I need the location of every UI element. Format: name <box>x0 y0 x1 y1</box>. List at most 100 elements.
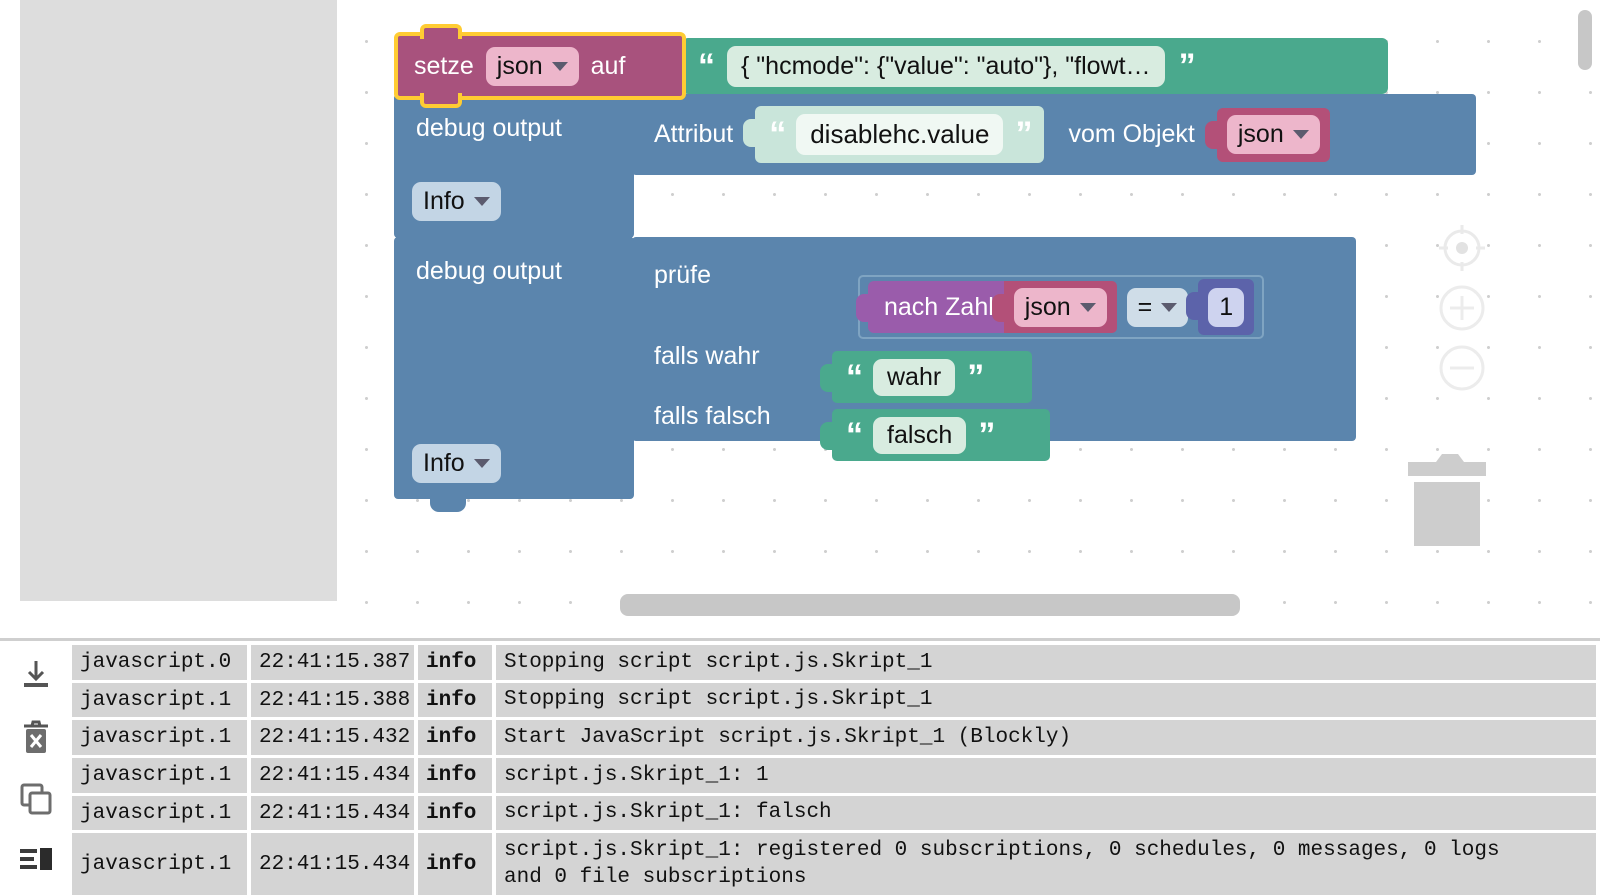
log-source: javascript.0 <box>72 645 247 680</box>
log-toolbar <box>0 641 72 895</box>
zoom-out-button[interactable] <box>1436 342 1488 394</box>
if-true-label: falls wahr <box>654 342 760 370</box>
open-quote-icon: “ <box>846 357 863 396</box>
vertical-scrollbar[interactable] <box>1578 10 1592 70</box>
open-quote-icon: “ <box>769 115 786 154</box>
json-literal-field[interactable]: { "hcmode": {"value": "auto"}, "flowt… <box>727 45 1165 87</box>
block-text-json-literal[interactable]: “ { "hcmode": {"value": "auto"}, "flowt…… <box>671 38 1388 94</box>
blockly-editor: setze json auf “ { "hcmode": {"value": "… <box>0 0 1600 636</box>
block-connector <box>430 499 466 512</box>
blockly-workspace-canvas[interactable]: setze json auf “ { "hcmode": {"value": "… <box>337 0 1600 636</box>
test-label: prüfe <box>654 261 711 289</box>
clear-log-icon[interactable] <box>16 717 56 757</box>
log-source: javascript.1 <box>72 795 247 831</box>
log-layout-icon[interactable] <box>16 841 56 881</box>
comparison-operator-value: = <box>1137 292 1153 321</box>
object-variable-dropdown[interactable]: json <box>1226 115 1320 154</box>
log-source: javascript.1 <box>72 682 247 718</box>
true-value-field[interactable]: wahr <box>873 358 956 396</box>
block-plug <box>820 364 834 392</box>
set-variable-value: json <box>496 51 543 80</box>
false-value-field[interactable]: falsch <box>873 416 967 454</box>
log-time: 22:41:15.434 <box>251 833 414 895</box>
debug-severity-dropdown[interactable]: Info <box>412 182 501 221</box>
log-level: info <box>418 720 492 756</box>
object-variable-value: json <box>1237 120 1284 148</box>
chevron-down-icon <box>1161 302 1178 312</box>
attribute-name-field[interactable]: disablehc.value <box>796 114 1004 155</box>
table-row[interactable]: javascript.1 22:41:15.434 info script.js… <box>72 758 1596 793</box>
log-time: 22:41:15.432 <box>251 720 414 756</box>
block-convert-to-number[interactable]: nach Zahl json <box>856 281 1117 333</box>
horizontal-scrollbar[interactable] <box>620 594 1240 616</box>
block-number-literal[interactable]: 1 <box>1186 279 1255 335</box>
debug-severity-dropdown[interactable]: Info <box>412 444 501 483</box>
block-text-true-value[interactable]: “ wahr ” <box>820 351 1032 403</box>
chevron-down-icon <box>551 61 568 71</box>
if-false-row: falls falsch <box>654 404 771 429</box>
zoom-in-button[interactable] <box>1436 282 1488 334</box>
block-variable-json[interactable]: json <box>991 281 1117 333</box>
block-variable-json-object[interactable]: json <box>1204 107 1330 162</box>
condition-variable-dropdown[interactable]: json <box>1013 287 1107 327</box>
if-false-label: falls falsch <box>654 402 771 430</box>
log-message: Stopping script script.js.Skript_1 <box>496 682 1596 718</box>
log-source: javascript.1 <box>72 833 247 895</box>
if-true-row: falls wahr <box>654 344 760 369</box>
open-quote-icon: “ <box>846 415 863 454</box>
download-log-icon[interactable] <box>16 655 56 695</box>
set-variable-dropdown[interactable]: json <box>485 46 579 86</box>
debug-severity-value: Info <box>423 187 465 215</box>
set-suffix-label: auf <box>590 51 626 80</box>
table-row[interactable]: javascript.1 22:41:15.388 info Stopping … <box>72 682 1596 718</box>
open-quote-icon: “ <box>698 46 715 85</box>
attribute-label: Attribut <box>654 120 734 148</box>
log-message: script.js.Skript_1: registered 0 subscri… <box>496 833 1596 895</box>
table-row[interactable]: javascript.1 22:41:15.434 info script.js… <box>72 795 1596 831</box>
block-plug <box>743 119 758 147</box>
chevron-down-icon <box>1079 302 1096 312</box>
log-time: 22:41:15.434 <box>251 758 414 793</box>
block-ternary-test[interactable]: prüfe nach Zahl json = 1 falls wahr fall… <box>632 237 1356 461</box>
blockly-script-editor-window: setze json auf “ { "hcmode": {"value": "… <box>0 0 1600 895</box>
block-set-variable[interactable]: setze json auf <box>394 24 686 108</box>
block-plug <box>856 294 870 322</box>
log-time: 22:41:15.387 <box>251 645 414 680</box>
condition-variable-value: json <box>1024 292 1071 321</box>
log-table[interactable]: javascript.0 22:41:15.387 info Stopping … <box>72 645 1600 895</box>
copy-log-icon[interactable] <box>16 779 56 819</box>
of-object-label: vom Objekt <box>1068 120 1195 148</box>
block-text-false-value[interactable]: “ falsch ” <box>820 409 1050 461</box>
number-literal-field[interactable]: 1 <box>1208 287 1245 327</box>
log-panel: javascript.0 22:41:15.387 info Stopping … <box>0 638 1600 895</box>
log-level: info <box>418 645 492 680</box>
log-source: javascript.1 <box>72 720 247 756</box>
block-plug <box>991 294 1006 322</box>
table-row[interactable]: javascript.0 22:41:15.387 info Stopping … <box>72 645 1596 680</box>
chevron-down-icon <box>473 459 490 468</box>
log-time: 22:41:15.434 <box>251 795 414 831</box>
log-message: Stopping script script.js.Skript_1 <box>496 645 1596 680</box>
trash-can-icon[interactable] <box>1406 452 1488 548</box>
log-message: script.js.Skript_1: 1 <box>496 758 1596 793</box>
log-level: info <box>418 833 492 895</box>
chevron-down-icon <box>473 197 490 206</box>
block-get-attribute[interactable]: Attribut “ disablehc.value ” vom Objekt … <box>632 94 1476 175</box>
blockly-toolbox-flyout[interactable] <box>20 0 337 601</box>
block-plug <box>820 422 834 450</box>
comparison-operator-dropdown[interactable]: = <box>1126 287 1189 327</box>
block-text-attribute-name[interactable]: “ disablehc.value ” <box>743 106 1045 163</box>
debug-severity-value: Info <box>423 449 465 477</box>
log-message: script.js.Skript_1: falsch <box>496 795 1596 831</box>
table-row[interactable]: javascript.1 22:41:15.434 info script.js… <box>72 833 1596 895</box>
log-message: Start JavaScript script.js.Skript_1 (Blo… <box>496 720 1596 756</box>
block-comparison[interactable]: nach Zahl json = 1 <box>856 275 1265 339</box>
log-source: javascript.1 <box>72 758 247 793</box>
center-on-blocks-button[interactable] <box>1436 222 1488 274</box>
close-quote-icon: ” <box>978 415 995 454</box>
block-debug-output-1[interactable]: debug output Info <box>394 94 634 238</box>
block-debug-output-2[interactable]: debug output Info <box>394 237 634 512</box>
log-time: 22:41:15.388 <box>251 682 414 718</box>
table-row[interactable]: javascript.1 22:41:15.432 info Start Jav… <box>72 720 1596 756</box>
close-quote-icon: ” <box>1015 115 1032 154</box>
